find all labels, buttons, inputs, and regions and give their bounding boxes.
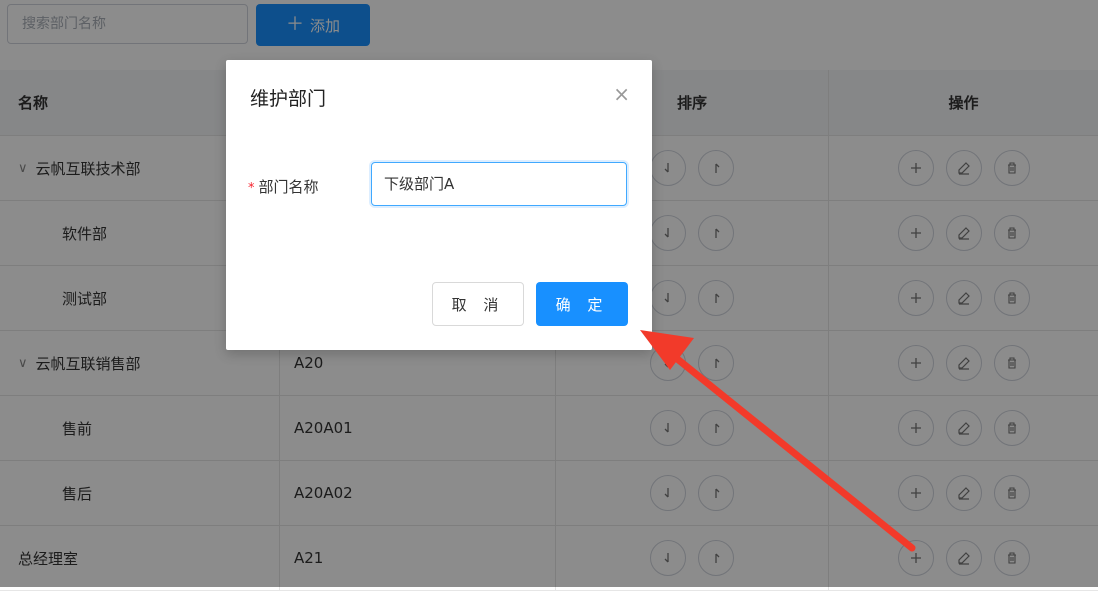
confirm-button[interactable]: 确 定 <box>536 282 628 326</box>
close-icon[interactable]: × <box>613 84 630 104</box>
maintain-department-dialog: 维护部门 × * 部门名称 下级部门A 取 消 确 定 <box>226 60 652 350</box>
field-label: * 部门名称 <box>248 178 319 196</box>
department-name-input[interactable]: 下级部门A <box>371 162 627 206</box>
cancel-button[interactable]: 取 消 <box>432 282 524 326</box>
required-mark: * <box>248 181 255 196</box>
dialog-title: 维护部门 <box>250 88 327 110</box>
